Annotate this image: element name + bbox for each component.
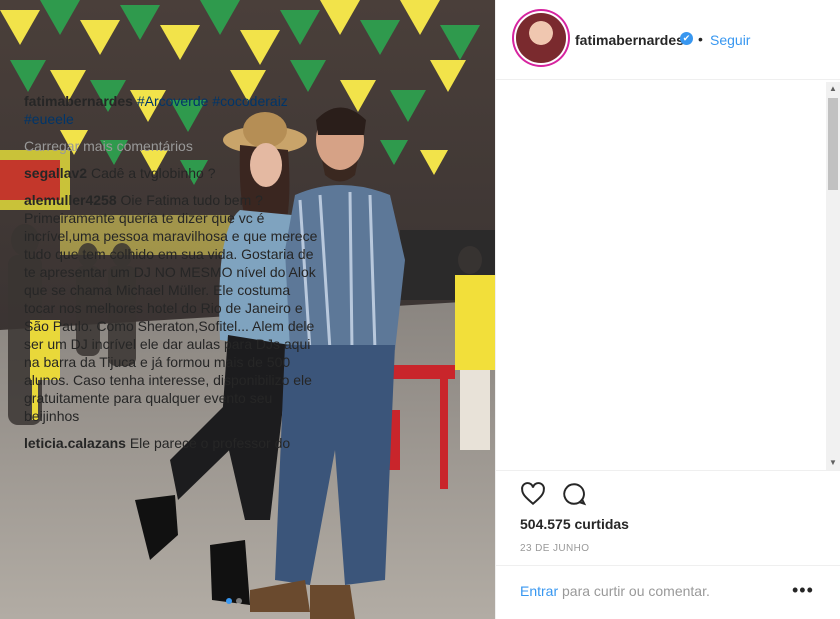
heart-icon[interactable] bbox=[520, 481, 546, 507]
load-more-comments-link[interactable]: Carregar mais comentários bbox=[24, 137, 324, 155]
hashtag-link[interactable]: #Arcoverde bbox=[137, 93, 209, 109]
comments-list[interactable]: fatimabernardes #Arcoverde #cocoderaiz #… bbox=[24, 92, 324, 470]
avatar[interactable] bbox=[516, 13, 566, 63]
login-prompt-text: para curtir ou comentar. bbox=[558, 583, 710, 599]
caption: fatimabernardes #Arcoverde #cocoderaiz #… bbox=[24, 92, 324, 128]
comment-icon[interactable] bbox=[561, 481, 587, 507]
comment-item: segallav2 Cadê a tvglobinho ? bbox=[24, 164, 324, 182]
scroll-up-arrow-icon[interactable]: ▲ bbox=[826, 82, 840, 96]
comment-username[interactable]: segallav2 bbox=[24, 165, 87, 181]
header-username[interactable]: fatimabernardes bbox=[575, 32, 684, 48]
hashtag-link[interactable]: #cocoderaiz bbox=[212, 93, 288, 109]
carousel-dot[interactable] bbox=[226, 598, 232, 604]
likes-count[interactable]: 504.575 curtidas bbox=[520, 516, 629, 532]
login-link[interactable]: Entrar bbox=[520, 583, 558, 599]
scrollbar-thumb[interactable] bbox=[828, 98, 838, 190]
comment-username[interactable]: alemuller4258 bbox=[24, 192, 117, 208]
carousel-dots bbox=[226, 598, 242, 604]
separator-dot: • bbox=[698, 31, 703, 47]
comments-scrollbar[interactable]: ▲ ▼ bbox=[826, 82, 840, 470]
comment-text: Cadê a tvglobinho ? bbox=[90, 165, 216, 181]
caption-username[interactable]: fatimabernardes bbox=[24, 93, 133, 109]
post-date[interactable]: 23 DE JUNHO bbox=[520, 543, 589, 554]
divider bbox=[495, 565, 840, 566]
login-prompt: Entrar para curtir ou comentar. bbox=[520, 583, 710, 599]
post-header: fatimabernardes ✔ • Seguir bbox=[496, 0, 840, 80]
hashtag-link[interactable]: #eueele bbox=[24, 111, 74, 127]
comment-item: alemuller4258 Oie Fatima tudo bem ? Prim… bbox=[24, 191, 324, 425]
verified-badge-icon: ✔ bbox=[680, 32, 693, 45]
comment-text: Oie Fatima tudo bem ? Primeiramente quer… bbox=[24, 192, 318, 424]
scroll-down-arrow-icon[interactable]: ▼ bbox=[826, 456, 840, 470]
comment-text: Ele parece o professor do bbox=[129, 435, 291, 451]
follow-button[interactable]: Seguir bbox=[710, 32, 750, 48]
divider bbox=[495, 470, 840, 471]
carousel-dot[interactable] bbox=[236, 598, 242, 604]
more-options-icon[interactable]: ••• bbox=[792, 580, 814, 601]
comment-username[interactable]: leticia.calazans bbox=[24, 435, 126, 451]
comment-item: leticia.calazans Ele parece o professor … bbox=[24, 434, 324, 452]
